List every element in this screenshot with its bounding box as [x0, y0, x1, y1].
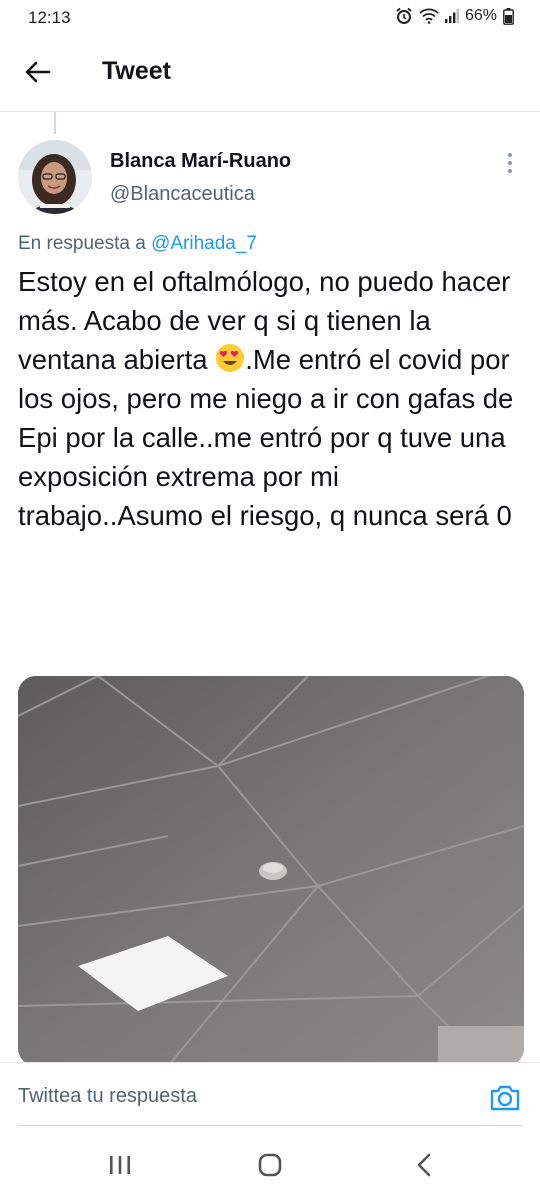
camera-icon [488, 1085, 522, 1119]
recents-icon [109, 1155, 131, 1180]
top-app-bar: Tweet [0, 36, 540, 112]
reply-input[interactable]: Twittea tu respuesta [18, 1085, 197, 1108]
reply-handle-link[interactable]: @Arihada_7 [151, 233, 257, 254]
arrow-left-icon [25, 61, 51, 88]
home-button[interactable] [250, 1150, 290, 1184]
more-dot [508, 169, 512, 173]
battery-percent: 66% [464, 7, 497, 24]
status-time: 12:13 [28, 8, 71, 27]
battery-icon [503, 7, 514, 25]
reply-context: En respuesta a @Arihada_7 [18, 233, 257, 255]
page-title: Tweet [102, 57, 171, 85]
system-nav-bar [0, 1132, 540, 1200]
status-icons: 66% [395, 7, 514, 25]
thread-connector-line [54, 112, 56, 134]
more-dot [508, 161, 512, 165]
home-icon [258, 1153, 282, 1182]
tweet-photo[interactable] [18, 676, 524, 1066]
status-bar: 12:13 66% [0, 0, 540, 36]
chevron-left-icon [416, 1153, 432, 1182]
avatar[interactable] [18, 140, 92, 214]
author-name[interactable]: Blanca Marí-Ruano [110, 150, 291, 173]
alarm-icon [395, 7, 413, 25]
heart-eyes-emoji-icon [215, 343, 245, 373]
tweet-text: Estoy en el oftalmólogo, no puedo hacer … [18, 262, 528, 535]
reply-composer: Twittea tu respuesta [0, 1062, 540, 1132]
camera-button[interactable] [488, 1081, 522, 1115]
back-button[interactable] [20, 56, 56, 92]
wifi-icon [419, 8, 439, 24]
more-vertical-icon [508, 153, 512, 157]
more-options-button[interactable] [500, 150, 520, 176]
author-handle[interactable]: @Blancaceutica [110, 183, 255, 206]
signal-icon [444, 9, 459, 23]
recents-button[interactable] [100, 1150, 140, 1184]
back-nav-button[interactable] [404, 1150, 444, 1184]
reply-prefix: En respuesta a [18, 233, 152, 254]
reply-divider [18, 1125, 522, 1126]
